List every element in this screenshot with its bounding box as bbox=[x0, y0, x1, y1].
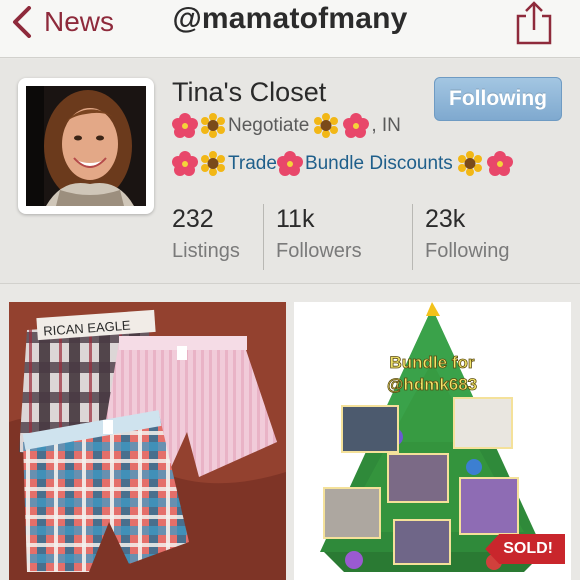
listing-tile-bundle[interactable]: Bundle for @hdmk683 SOLD! bbox=[294, 302, 571, 580]
sunflower-icon bbox=[200, 151, 226, 177]
hibiscus-icon bbox=[343, 113, 370, 139]
bundle-discounts-text: Bundle Discounts bbox=[304, 153, 453, 174]
navigation-bar: News @mamatofmany bbox=[0, 0, 580, 58]
stat-listings[interactable]: 232 Listings bbox=[172, 204, 240, 274]
listing-photo: RICAN EAGLE bbox=[9, 302, 286, 580]
stat-value: 232 bbox=[172, 205, 214, 233]
stat-followers[interactable]: 11k Followers bbox=[276, 204, 362, 274]
bundle-title-line2: @hdmk683 bbox=[387, 375, 477, 394]
profile-photo bbox=[26, 86, 146, 206]
stat-value: 23k bbox=[425, 205, 466, 233]
profile-header: Tina's Closet Following Negotiate , IN T… bbox=[0, 59, 580, 283]
section-divider bbox=[0, 283, 580, 284]
hibiscus-icon bbox=[172, 113, 198, 139]
page-title: @mamatofmany bbox=[172, 2, 408, 35]
hibiscus-icon bbox=[486, 151, 513, 177]
stat-label: Followers bbox=[276, 240, 362, 262]
following-button[interactable]: Following bbox=[434, 77, 562, 121]
negotiate-text: Negotiate bbox=[228, 115, 310, 136]
sunflower-icon bbox=[313, 113, 339, 139]
bio-line-1: Negotiate , IN bbox=[172, 111, 401, 141]
location-text: , IN bbox=[371, 115, 401, 136]
bio-line-2: Trade Bundle Discounts bbox=[172, 149, 515, 179]
closet-name: Tina's Closet bbox=[172, 77, 327, 107]
stat-divider bbox=[412, 204, 413, 270]
stat-divider bbox=[263, 204, 264, 270]
stat-label: Listings bbox=[172, 240, 240, 262]
share-icon[interactable] bbox=[516, 0, 552, 46]
sold-badge: SOLD! bbox=[485, 534, 565, 564]
stat-value: 11k bbox=[276, 205, 315, 233]
sunflower-icon bbox=[457, 151, 483, 177]
stat-label: Following bbox=[425, 240, 510, 262]
hibiscus-icon bbox=[276, 151, 303, 177]
listing-tile-boxers[interactable]: RICAN EAGLE bbox=[9, 302, 286, 580]
bundle-title-line1: Bundle for bbox=[390, 353, 475, 372]
avatar[interactable] bbox=[18, 78, 154, 214]
hibiscus-icon bbox=[172, 151, 198, 177]
stat-following[interactable]: 23k Following bbox=[425, 204, 509, 274]
trade-link: Trade bbox=[228, 153, 277, 174]
sunflower-icon bbox=[200, 113, 226, 139]
